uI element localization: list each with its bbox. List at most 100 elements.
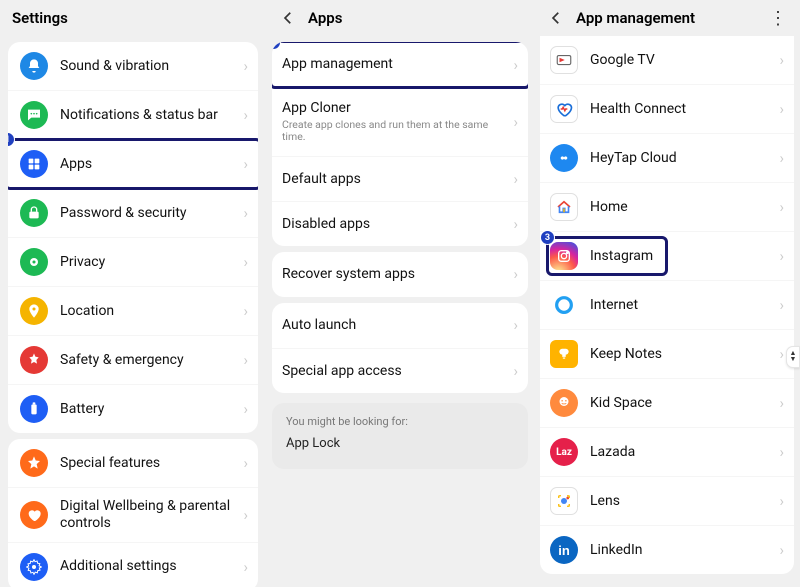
- appmgmt-header: App management ⋮: [534, 0, 800, 36]
- settings-row-notifications[interactable]: Notifications & status bar ›: [8, 90, 258, 139]
- settings-label: Password & security: [60, 205, 237, 222]
- settings-label: Notifications & status bar: [60, 107, 237, 124]
- app-label: HeyTap Cloud: [590, 150, 773, 167]
- apps-label: Special app access: [282, 363, 507, 380]
- settings-row-privacy[interactable]: Privacy ›: [8, 237, 258, 286]
- chevron-right-icon: ›: [243, 204, 248, 222]
- settings-title: Settings: [12, 9, 68, 27]
- app-row-home[interactable]: Home ›: [540, 182, 794, 231]
- app-row-googletv[interactable]: Google TV ›: [540, 36, 794, 84]
- settings-panel: Settings Sound & vibration › Notificatio…: [0, 0, 266, 587]
- app-row-instagram[interactable]: Instagram › 3: [540, 231, 794, 280]
- settings-label: Special features: [60, 455, 237, 472]
- settings-label: Apps: [60, 156, 237, 173]
- hint-body: App Lock: [286, 436, 514, 451]
- wellbeing-icon: [20, 501, 48, 529]
- settings-row-location[interactable]: Location ›: [8, 286, 258, 335]
- chevron-right-icon: ›: [243, 400, 248, 418]
- apps-title: Apps: [308, 9, 342, 27]
- step-badge-3: 3: [540, 230, 555, 245]
- apps-sublabel: Create app clones and run them at the sa…: [282, 119, 507, 144]
- chevron-right-icon: ›: [779, 541, 784, 559]
- chevron-right-icon: ›: [513, 215, 518, 233]
- hint-card[interactable]: You might be looking for: App Lock: [272, 403, 528, 469]
- chevron-right-icon: ›: [779, 247, 784, 265]
- apps-icon: [20, 150, 48, 178]
- chevron-right-icon: ›: [243, 253, 248, 271]
- apps-row-default-apps[interactable]: Default apps›: [272, 156, 528, 201]
- chevron-right-icon: ›: [513, 265, 518, 283]
- settings-row-special[interactable]: Special features ›: [8, 439, 258, 487]
- app-row-heytap[interactable]: HeyTap Cloud ›: [540, 133, 794, 182]
- apps-row-recover[interactable]: Recover system apps›: [272, 252, 528, 297]
- settings-row-apps[interactable]: Apps ›1: [8, 139, 258, 188]
- password-icon: [20, 199, 48, 227]
- apps-row-disabled-apps[interactable]: Disabled apps›: [272, 201, 528, 246]
- chevron-right-icon: ›: [779, 345, 784, 363]
- apps-panel: Apps App management›2App ClonerCreate ap…: [266, 0, 534, 587]
- chevron-right-icon: ›: [243, 454, 248, 472]
- app-row-keep[interactable]: Keep Notes ›: [540, 329, 794, 378]
- chevron-right-icon: ›: [779, 394, 784, 412]
- apps-label: App Cloner: [282, 100, 507, 117]
- settings-label: Additional settings: [60, 558, 237, 575]
- chevron-right-icon: ›: [779, 443, 784, 461]
- scroll-handle[interactable]: ▲▼: [786, 346, 800, 368]
- settings-label: Safety & emergency: [60, 352, 237, 369]
- app-label: Google TV: [590, 52, 773, 69]
- chevron-right-icon: ›: [243, 155, 248, 173]
- appmgmt-title: App management: [576, 9, 695, 27]
- settings-row-password[interactable]: Password & security ›: [8, 188, 258, 237]
- back-icon[interactable]: [546, 8, 566, 28]
- settings-row-additional[interactable]: Additional settings ›: [8, 542, 258, 587]
- chevron-right-icon: ›: [243, 302, 248, 320]
- hint-title: You might be looking for:: [286, 415, 514, 428]
- safety-icon: [20, 346, 48, 374]
- apps-label: Default apps: [282, 171, 507, 188]
- apps-label: Auto launch: [282, 317, 507, 334]
- app-label: Lens: [590, 493, 773, 510]
- app-label: Instagram: [590, 248, 773, 265]
- apps-row-special-access[interactable]: Special app access ›: [272, 348, 528, 393]
- apps-row-app-cloner[interactable]: App Cloner Create app clones and run them…: [272, 87, 528, 156]
- settings-row-sound[interactable]: Sound & vibration ›: [8, 42, 258, 90]
- app-label: Internet: [590, 297, 773, 314]
- notifications-icon: [20, 101, 48, 129]
- chevron-right-icon: ›: [779, 198, 784, 216]
- settings-label: Digital Wellbeing & parental controls: [60, 498, 237, 532]
- app-label: Keep Notes: [590, 346, 773, 363]
- app-row-internet[interactable]: Internet ›: [540, 280, 794, 329]
- chevron-right-icon: ›: [513, 362, 518, 380]
- settings-row-safety[interactable]: Safety & emergency ›: [8, 335, 258, 384]
- chevron-right-icon: ›: [243, 57, 248, 75]
- settings-label: Location: [60, 303, 237, 320]
- app-label: LinkedIn: [590, 542, 773, 559]
- chevron-right-icon: ›: [243, 558, 248, 576]
- chevron-right-icon: ›: [779, 296, 784, 314]
- chevron-right-icon: ›: [513, 56, 518, 74]
- back-icon[interactable]: [278, 8, 298, 28]
- app-label: Kid Space: [590, 395, 773, 412]
- apps-row-autolaunch[interactable]: Auto launch ›: [272, 303, 528, 348]
- app-row-lens[interactable]: Lens ›: [540, 476, 794, 525]
- chevron-right-icon: ›: [779, 100, 784, 118]
- settings-label: Sound & vibration: [60, 58, 237, 75]
- apps-row-app-mgmt[interactable]: App management›2: [272, 42, 528, 87]
- app-management-panel: App management ⋮ Google TV ›Health Conne…: [534, 0, 800, 587]
- apps-label: App management: [282, 56, 507, 73]
- app-row-linkedin[interactable]: inLinkedIn ›: [540, 525, 794, 574]
- sound-icon: [20, 52, 48, 80]
- chevron-right-icon: ›: [513, 113, 518, 131]
- special-icon: [20, 449, 48, 477]
- chevron-right-icon: ›: [513, 316, 518, 334]
- app-row-health[interactable]: Health Connect ›: [540, 84, 794, 133]
- app-row-lazada[interactable]: LazLazada ›: [540, 427, 794, 476]
- chevron-right-icon: ›: [779, 51, 784, 69]
- more-icon[interactable]: ⋮: [768, 8, 788, 29]
- settings-row-battery[interactable]: Battery ›: [8, 384, 258, 433]
- settings-row-wellbeing[interactable]: Digital Wellbeing & parental controls ›: [8, 487, 258, 542]
- settings-header: Settings: [0, 0, 266, 36]
- chevron-right-icon: ›: [243, 351, 248, 369]
- app-row-kidspace[interactable]: Kid Space ›: [540, 378, 794, 427]
- app-label: Lazada: [590, 444, 773, 461]
